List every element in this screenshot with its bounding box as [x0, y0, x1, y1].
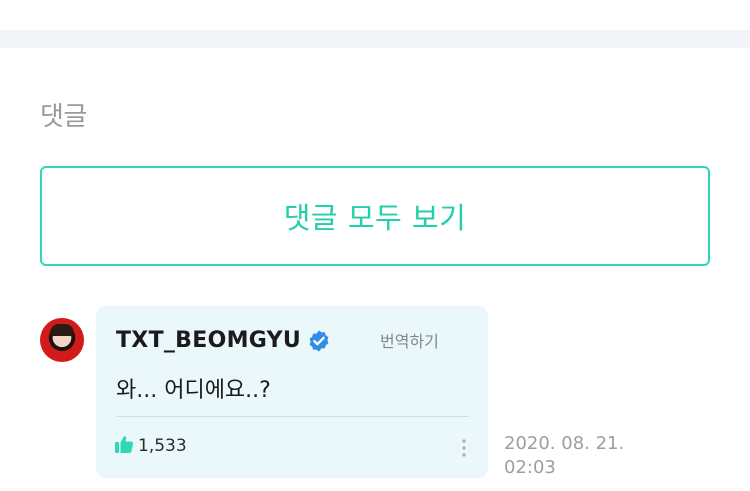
translate-button[interactable]: 번역하기	[380, 328, 439, 352]
avatar-hair	[50, 324, 74, 336]
avatar[interactable]	[40, 318, 84, 362]
more-options-icon[interactable]	[461, 438, 467, 458]
thumbs-up-icon[interactable]	[114, 434, 134, 454]
comment-divider	[116, 416, 469, 417]
comment-date: 2020. 08. 21.	[504, 433, 625, 454]
comments-section-title: 댓글	[40, 102, 87, 132]
verified-badge-icon	[309, 330, 329, 352]
comment-text: 와... 어디에요..?	[116, 378, 271, 403]
view-all-comments-label: 댓글 모두 보기	[283, 201, 467, 235]
page: 댓글 댓글 모두 보기 TXT_BEOMGYU 번역하기 와... 어디에요..…	[0, 0, 750, 491]
section-divider	[0, 30, 750, 48]
comment-timestamp: 2020. 08. 21. 02:03	[504, 432, 664, 480]
comment-author[interactable]: TXT_BEOMGYU	[116, 328, 301, 353]
like-count: 1,533	[138, 436, 187, 456]
comment-bubble: TXT_BEOMGYU 번역하기 와... 어디에요..? 1,533	[96, 306, 488, 478]
view-all-comments-button[interactable]: 댓글 모두 보기	[40, 166, 710, 266]
comment-time: 02:03	[504, 457, 556, 478]
